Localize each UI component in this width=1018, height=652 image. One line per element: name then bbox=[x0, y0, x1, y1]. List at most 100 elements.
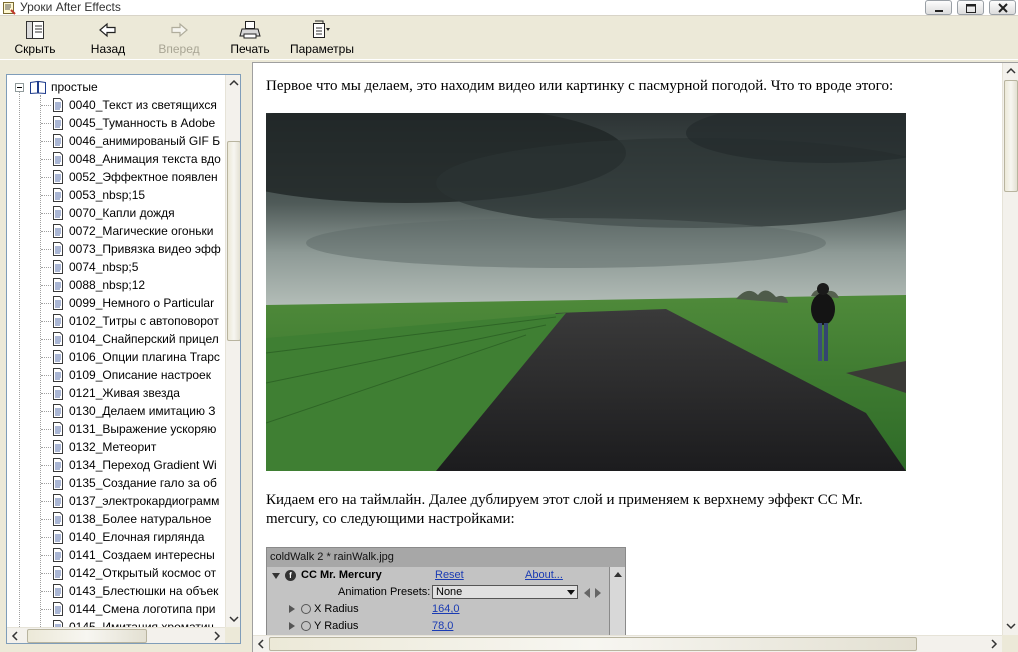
tree-item[interactable]: 0074_nbsp;5 bbox=[7, 258, 225, 276]
topic-page-icon bbox=[53, 530, 63, 544]
hide-button[interactable]: Скрыть bbox=[10, 19, 60, 59]
back-arrow-icon bbox=[99, 22, 116, 38]
minimize-button[interactable] bbox=[925, 0, 952, 15]
arrow-left-icon bbox=[11, 631, 18, 641]
tree-item[interactable]: 0131_Выражение ускоряю bbox=[7, 420, 225, 438]
tree-item[interactable]: 0046_анимированый GIF Б bbox=[7, 132, 225, 150]
tree-item-label: 0072_Магические огоньки bbox=[69, 224, 214, 238]
tree-item[interactable]: 0143_Блестюшки на объек bbox=[7, 582, 225, 600]
next-preset-icon bbox=[595, 588, 601, 598]
tree-item[interactable]: 0048_Анимация текста вдо bbox=[7, 150, 225, 168]
tree-item[interactable]: 0106_Опции плагина Trapc bbox=[7, 348, 225, 366]
tree-item-label: 0144_Смена логотипа при bbox=[69, 602, 216, 616]
scroll-thumb[interactable] bbox=[227, 141, 240, 341]
scroll-down-button[interactable] bbox=[226, 611, 240, 627]
tree-item[interactable]: 0099_Немного о Particular bbox=[7, 294, 225, 312]
tree-item[interactable]: 0053_nbsp;15 bbox=[7, 186, 225, 204]
tree-item[interactable]: 0132_Метеорит bbox=[7, 438, 225, 456]
content-vertical-scrollbar[interactable] bbox=[1002, 63, 1018, 635]
options-button[interactable]: Параметры bbox=[290, 19, 354, 59]
tree-guide-line bbox=[41, 213, 51, 214]
tree-vertical-scrollbar[interactable] bbox=[225, 75, 240, 627]
param-value: 164,0 bbox=[432, 603, 460, 615]
tree-item[interactable]: 0052_Эффектное появлен bbox=[7, 168, 225, 186]
scroll-thumb[interactable] bbox=[1004, 80, 1018, 192]
tree-item[interactable]: 0140_Елочная гирлянда bbox=[7, 528, 225, 546]
article-content: Первое что мы делаем, это находим видео … bbox=[253, 63, 1003, 635]
contents-pane: простые 0040_Текст из светящихся 0045_Тум… bbox=[6, 74, 241, 644]
forward-arrow-icon bbox=[171, 22, 188, 38]
scroll-up-button[interactable] bbox=[1003, 63, 1018, 79]
param-label: X Radius bbox=[314, 603, 359, 615]
topic-page-icon bbox=[53, 566, 63, 580]
scroll-down-button[interactable] bbox=[1003, 618, 1018, 634]
tree-item[interactable]: 0109_Описание настроек bbox=[7, 366, 225, 384]
topic-page-icon bbox=[53, 224, 63, 238]
tree-item[interactable]: 0144_Смена логотипа при bbox=[7, 600, 225, 618]
scroll-right-button[interactable] bbox=[986, 636, 1002, 652]
tree-item-label: 0052_Эффектное появлен bbox=[69, 170, 218, 184]
tree-item-label: 0141_Создаем интересны bbox=[69, 548, 215, 562]
tree-item-label: 0134_Переход Gradient Wi bbox=[69, 458, 217, 472]
tree-item-label: 0143_Блестюшки на объек bbox=[69, 584, 219, 598]
effect-panel-header: coldWalk 2 * rainWalk.jpg bbox=[267, 548, 625, 567]
topic-page-icon bbox=[53, 242, 63, 256]
presets-value: None bbox=[436, 586, 463, 598]
topic-page-icon bbox=[53, 404, 63, 418]
tree-guide-line bbox=[41, 357, 51, 358]
tree-item[interactable]: 0138_Более натуральное bbox=[7, 510, 225, 528]
tree-item[interactable]: 0141_Создаем интересны bbox=[7, 546, 225, 564]
scroll-up-button[interactable] bbox=[226, 75, 240, 91]
close-button[interactable] bbox=[989, 0, 1016, 15]
tree-guide-line bbox=[41, 267, 51, 268]
tree-root-node[interactable]: простые bbox=[7, 78, 225, 96]
effect-panel-scrollbar bbox=[609, 567, 625, 635]
topic-page-icon bbox=[53, 422, 63, 436]
arrow-down-icon bbox=[229, 616, 239, 623]
tree-item[interactable]: 0142_Открытый космос от bbox=[7, 564, 225, 582]
tree-item-label: 0145_Имитация хроматич bbox=[69, 620, 214, 627]
tree-item[interactable]: 0121_Живая звезда bbox=[7, 384, 225, 402]
tree-item[interactable]: 0088_nbsp;12 bbox=[7, 276, 225, 294]
tree-item[interactable]: 0040_Текст из светящихся bbox=[7, 96, 225, 114]
forward-label: Вперед bbox=[158, 42, 200, 56]
tree-item[interactable]: 0045_Туманность в Adobe bbox=[7, 114, 225, 132]
tree-item[interactable]: 0104_Снайперский прицел bbox=[7, 330, 225, 348]
arrow-left-icon bbox=[257, 639, 264, 649]
hide-pane-icon bbox=[26, 21, 44, 39]
collapse-toggle-icon[interactable] bbox=[15, 83, 24, 92]
tree-item[interactable]: 0135_Создание гало за об bbox=[7, 474, 225, 492]
forward-button[interactable]: Вперед bbox=[154, 19, 204, 59]
tree-item-label: 0131_Выражение ускоряю bbox=[69, 422, 217, 436]
tree-item-label: 0140_Елочная гирлянда bbox=[69, 530, 205, 544]
back-button[interactable]: Назад bbox=[86, 19, 130, 59]
topic-page-icon bbox=[53, 458, 63, 472]
content-horizontal-scrollbar[interactable] bbox=[253, 635, 1002, 652]
scroll-thumb[interactable] bbox=[269, 637, 917, 651]
tree-item[interactable]: 0072_Магические огоньки bbox=[7, 222, 225, 240]
tree-item[interactable]: 0070_Капли дождя bbox=[7, 204, 225, 222]
scroll-right-button[interactable] bbox=[209, 628, 225, 643]
tree-item[interactable]: 0145_Имитация хроматич bbox=[7, 618, 225, 627]
tree-item[interactable]: 0137_электрокардиограмм bbox=[7, 492, 225, 510]
tree-guide-line bbox=[41, 429, 51, 430]
tree-horizontal-scrollbar[interactable] bbox=[7, 627, 225, 643]
collapse-triangle-icon bbox=[272, 573, 280, 579]
hide-label: Скрыть bbox=[14, 42, 56, 56]
tree-item[interactable]: 0130_Делаем имитацию З bbox=[7, 402, 225, 420]
print-button[interactable]: Печать bbox=[228, 19, 272, 59]
close-icon bbox=[998, 3, 1008, 13]
tree-item[interactable]: 0102_Титры с автоповорот bbox=[7, 312, 225, 330]
tree-item-label: 0099_Немного о Particular bbox=[69, 296, 215, 310]
tree-item[interactable]: 0073_Привязка видео эфф bbox=[7, 240, 225, 258]
tree-guide-line bbox=[41, 321, 51, 322]
arrow-down-icon bbox=[1006, 623, 1016, 630]
tree-item-label: 0109_Описание настроек bbox=[69, 368, 211, 382]
scroll-left-button[interactable] bbox=[7, 628, 23, 643]
tree-item[interactable]: 0134_Переход Gradient Wi bbox=[7, 456, 225, 474]
scroll-left-button[interactable] bbox=[253, 636, 269, 652]
scroll-thumb[interactable] bbox=[27, 629, 147, 643]
expand-triangle-icon bbox=[289, 605, 295, 613]
pane-splitter[interactable] bbox=[243, 60, 251, 652]
maximize-button[interactable] bbox=[957, 0, 984, 15]
